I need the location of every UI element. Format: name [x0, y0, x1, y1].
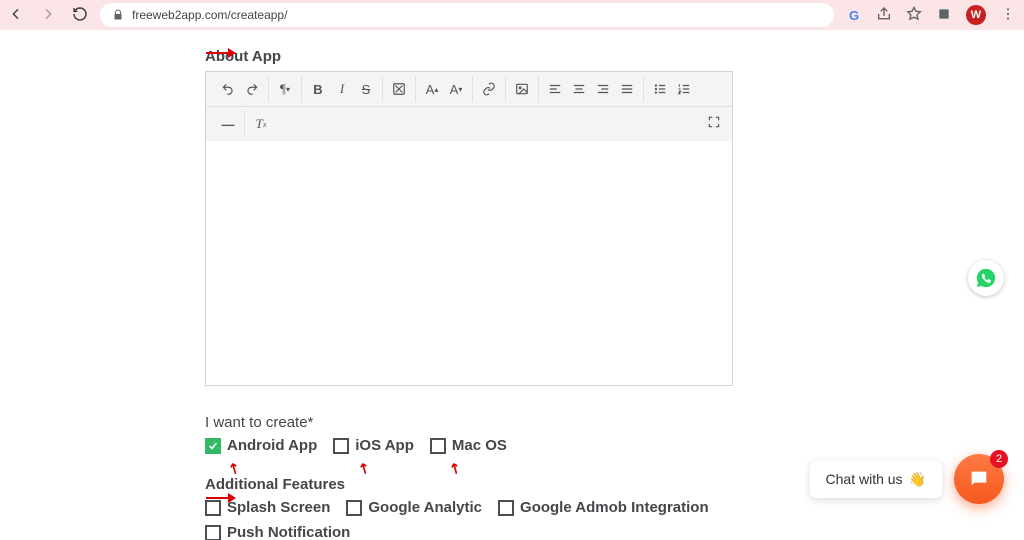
paragraph-button[interactable]: ¶▾	[273, 78, 297, 100]
back-icon[interactable]	[8, 6, 24, 25]
checkbox-label: Splash Screen	[227, 499, 330, 516]
profile-avatar[interactable]: W	[966, 5, 986, 25]
lock-icon	[112, 9, 124, 21]
clear-format-button[interactable]	[387, 78, 411, 100]
editor-content[interactable]	[206, 141, 732, 385]
create-label: I want to create*	[205, 414, 975, 431]
align-right-button[interactable]	[591, 78, 615, 100]
checkbox-label: iOS App	[355, 437, 414, 454]
undo-button[interactable]	[216, 78, 240, 100]
google-icon[interactable]: G	[846, 7, 862, 23]
checkbox-android[interactable]: Android App	[205, 437, 317, 454]
list-ul-button[interactable]	[648, 78, 672, 100]
chat-text: Chat with us	[826, 471, 903, 487]
hr-button[interactable]: —	[216, 113, 240, 135]
annotation-arrow	[206, 48, 236, 58]
checkbox-macos[interactable]: Mac OS	[430, 437, 507, 454]
checkbox-label: Android App	[227, 437, 317, 454]
align-center-button[interactable]	[567, 78, 591, 100]
bold-button[interactable]: B	[306, 78, 330, 100]
platform-row: Android App iOS App Mac OS	[205, 437, 975, 454]
checkbox-label: Google Analytic	[368, 499, 482, 516]
checkbox-analytics[interactable]: Google Analytic	[346, 499, 482, 516]
star-icon[interactable]	[906, 6, 922, 25]
whatsapp-button[interactable]	[968, 260, 1004, 296]
chat-pill[interactable]: Chat with us 👋	[810, 461, 942, 498]
list-ol-button[interactable]	[672, 78, 696, 100]
checkbox-label: Mac OS	[452, 437, 507, 454]
image-button[interactable]	[510, 78, 534, 100]
extensions-icon[interactable]	[936, 6, 952, 25]
checkbox-label: Push Notification	[227, 524, 350, 540]
align-left-button[interactable]	[543, 78, 567, 100]
features-row-2: Push Notification	[205, 524, 975, 540]
link-button[interactable]	[477, 78, 501, 100]
checkbox-ios[interactable]: iOS App	[333, 437, 414, 454]
chat-fab[interactable]: 2	[954, 454, 1004, 504]
clear-text-button[interactable]: Tx	[249, 113, 273, 135]
wave-icon: 👋	[909, 471, 926, 488]
menu-icon[interactable]	[1000, 6, 1016, 25]
fullscreen-button[interactable]	[702, 111, 726, 133]
browser-chrome: freeweb2app.com/createapp/ G W	[0, 0, 1024, 30]
annotation-arrow	[206, 493, 236, 503]
italic-button[interactable]: I	[330, 78, 354, 100]
about-app-label: About App	[205, 48, 975, 65]
editor-toolbar: ¶▾ B I S A▴ A▾	[206, 72, 732, 106]
strike-button[interactable]: S	[354, 78, 378, 100]
checkbox-admob[interactable]: Google Admob Integration	[498, 499, 709, 516]
url-text: freeweb2app.com/createapp/	[132, 8, 287, 22]
align-justify-button[interactable]	[615, 78, 639, 100]
checkbox-label: Google Admob Integration	[520, 499, 709, 516]
address-bar[interactable]: freeweb2app.com/createapp/	[100, 3, 834, 27]
redo-button[interactable]	[240, 78, 264, 100]
chat-badge: 2	[990, 450, 1008, 468]
font-dec-button[interactable]: A▾	[444, 78, 468, 100]
font-inc-button[interactable]: A▴	[420, 78, 444, 100]
reload-icon[interactable]	[72, 6, 88, 25]
checkbox-push[interactable]: Push Notification	[205, 524, 350, 540]
share-icon[interactable]	[876, 6, 892, 25]
forward-icon[interactable]	[40, 6, 56, 25]
rich-text-editor: ¶▾ B I S A▴ A▾	[205, 71, 733, 386]
chat-widget: Chat with us 👋 2	[810, 454, 1004, 504]
